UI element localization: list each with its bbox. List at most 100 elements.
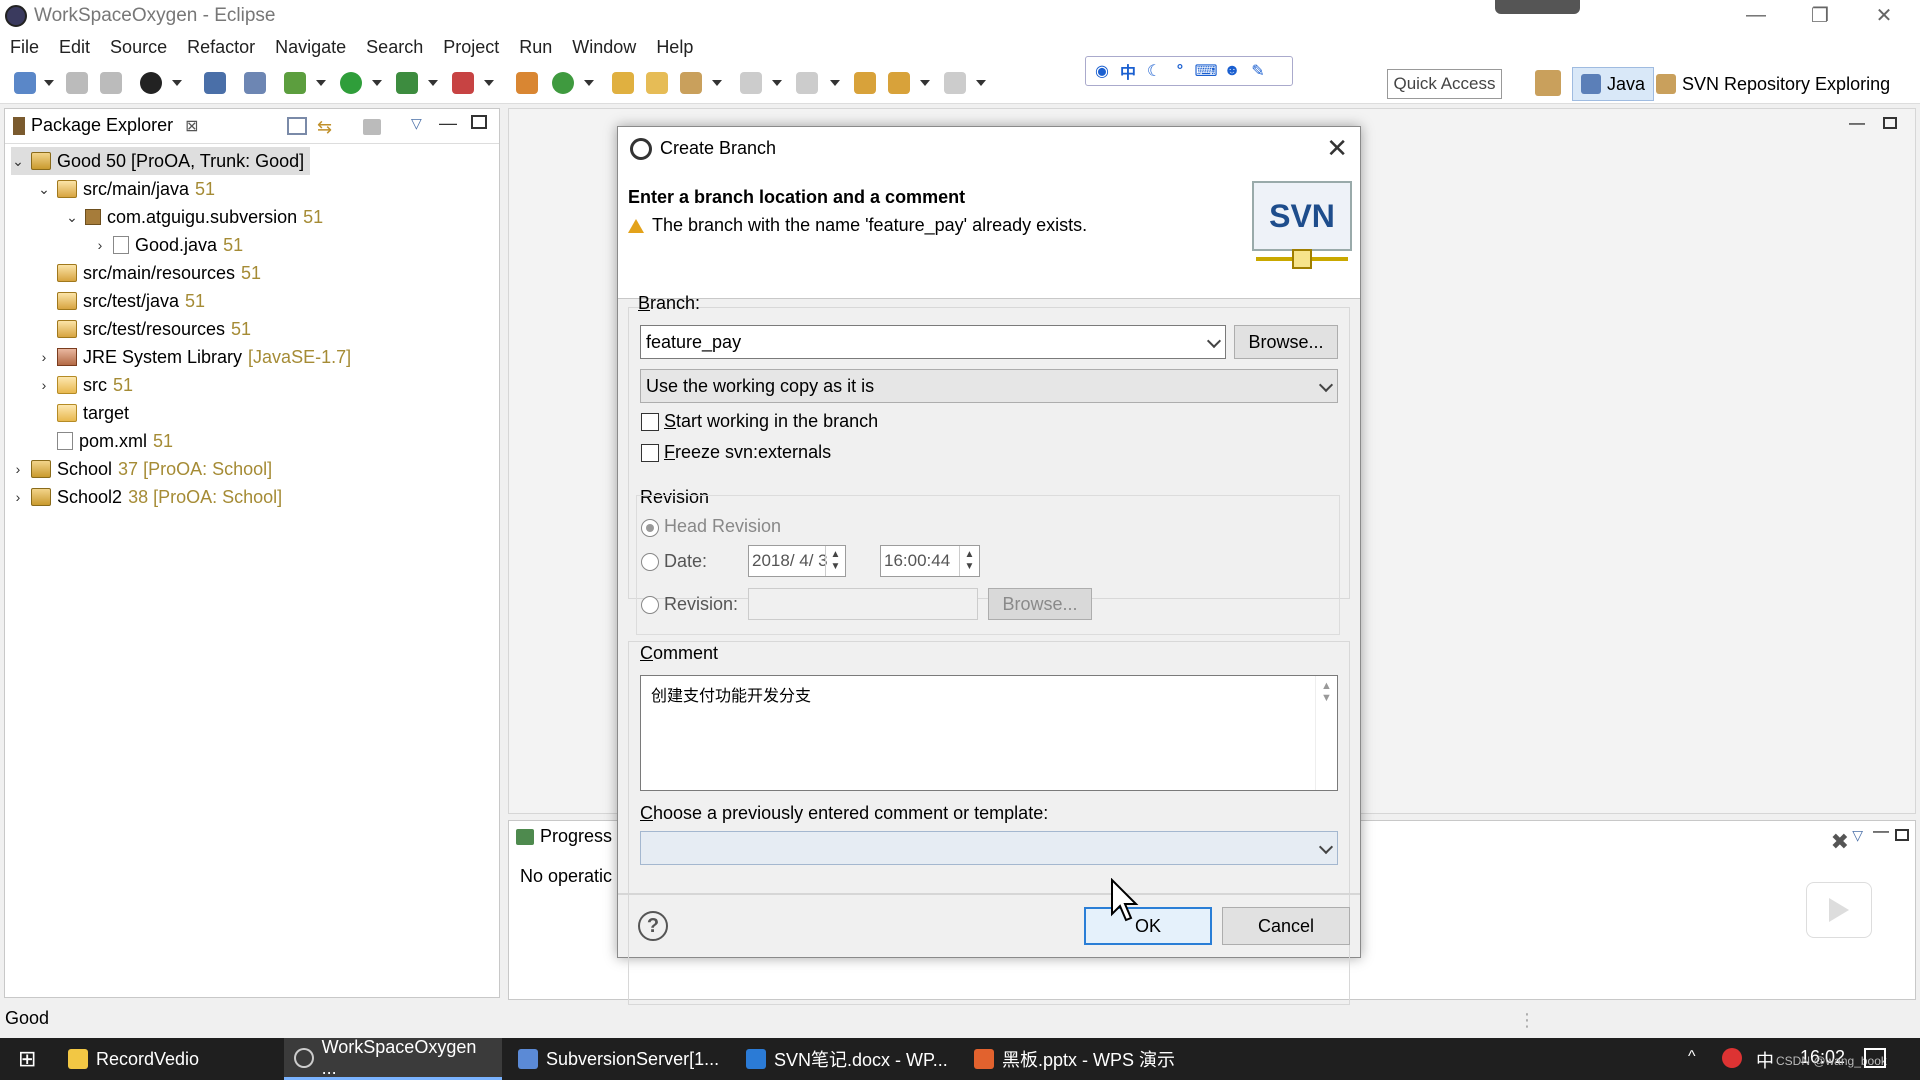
menu-help[interactable]: Help (656, 37, 693, 58)
run-dropdown-icon[interactable] (372, 80, 382, 86)
tree-twisty[interactable]: ⌄ (37, 181, 51, 198)
taskbar-item-eclipse[interactable]: WorkSpaceOxygen ... (284, 1037, 502, 1080)
back-dropdown-icon[interactable] (920, 80, 930, 86)
tree-twisty[interactable]: › (11, 461, 25, 477)
tree-twisty[interactable]: ⌄ (65, 209, 79, 226)
search-tool-icon[interactable] (680, 72, 702, 94)
open-perspective-icon[interactable] (1535, 70, 1561, 96)
start-working-label[interactable]: Start working in the branch (664, 411, 878, 432)
date-radio[interactable] (641, 553, 659, 571)
tree-item[interactable]: target (37, 399, 129, 427)
tree-item[interactable]: ⌄ Good 50 [ProOA, Trunk: Good] (11, 147, 311, 175)
minimize-view-icon[interactable]: — (1873, 823, 1889, 841)
new-class-dropdown-icon[interactable] (584, 80, 594, 86)
cancel-button[interactable]: Cancel (1222, 907, 1350, 945)
new-icon[interactable] (14, 72, 36, 94)
filter-icon[interactable] (363, 119, 381, 135)
restore-button[interactable]: ❐ (1790, 0, 1850, 30)
menu-navigate[interactable]: Navigate (275, 37, 346, 58)
tree-twisty[interactable]: › (37, 377, 51, 393)
new-dropdown-icon[interactable] (44, 80, 54, 86)
tree-twisty[interactable]: › (37, 349, 51, 365)
menu-project[interactable]: Project (443, 37, 499, 58)
tree-item[interactable]: › Good.java 51 (93, 231, 243, 259)
ime-user-icon[interactable]: ☻ (1222, 61, 1242, 81)
svn-icon[interactable] (140, 72, 162, 94)
dialog-close-icon[interactable]: ✕ (1326, 133, 1348, 164)
help-icon[interactable]: ? (638, 911, 668, 941)
skip-breakpoints-icon[interactable] (244, 72, 266, 94)
package-explorer-tab[interactable]: Package Explorer ⊠ ⇆ ▽ — (5, 109, 499, 144)
revision-radio[interactable] (641, 596, 659, 614)
minimize-view-icon[interactable]: — (439, 113, 457, 134)
coverage-icon[interactable] (396, 72, 418, 94)
browse-revision-button[interactable]: Browse... (988, 588, 1092, 620)
ime-logo-icon[interactable]: ◉ (1092, 61, 1112, 81)
menu-window[interactable]: Window (572, 37, 636, 58)
spinner-arrows-icon[interactable]: ▲ ▼ (825, 546, 845, 576)
save-all-icon[interactable] (100, 72, 122, 94)
notification-icon[interactable] (1864, 1048, 1886, 1068)
tray-app-icon[interactable] (1722, 1048, 1742, 1068)
working-copy-mode-select[interactable]: Use the working copy as it is (640, 369, 1338, 403)
progress-tab[interactable]: Progress (516, 826, 612, 847)
tree-twisty[interactable]: › (11, 489, 25, 505)
tree-twisty[interactable]: ⌄ (11, 153, 25, 170)
run-icon[interactable] (340, 72, 362, 94)
tree-twisty[interactable]: › (93, 237, 107, 253)
comment-textarea[interactable]: 创建支付功能开发分支 ▲ ▼ (640, 675, 1338, 791)
close-tab-icon[interactable]: ⊠ (185, 116, 198, 136)
debug-icon[interactable] (284, 72, 306, 94)
ime-moon-icon[interactable]: ☾ (1144, 61, 1164, 81)
maximize-editor-icon[interactable] (1883, 117, 1897, 129)
start-button[interactable]: ⊞ (8, 1038, 46, 1080)
external-tools-icon[interactable] (452, 72, 474, 94)
spinner-arrows-icon[interactable]: ▲ ▼ (959, 546, 979, 576)
menu-refactor[interactable]: Refactor (187, 37, 255, 58)
tree-item[interactable]: pom.xml 51 (37, 427, 173, 455)
last-edit-icon[interactable] (854, 72, 876, 94)
taskbar-item-subversionserver[interactable]: SubversionServer[1... (508, 1038, 730, 1080)
menu-file[interactable]: File (10, 37, 39, 58)
menu-run[interactable]: Run (519, 37, 552, 58)
open-task-icon[interactable] (646, 72, 668, 94)
menu-edit[interactable]: Edit (59, 37, 90, 58)
external-tools-dropdown-icon[interactable] (484, 80, 494, 86)
next-annotation-icon[interactable] (740, 72, 762, 94)
minimize-editor-icon[interactable]: — (1849, 115, 1865, 133)
comment-scrollbar[interactable]: ▲ ▼ (1315, 676, 1337, 790)
perspective-svn-button[interactable]: SVN Repository Exploring (1656, 67, 1890, 101)
collapse-all-icon[interactable] (287, 117, 307, 135)
view-menu-icon[interactable]: ▽ (411, 115, 422, 132)
taskbar-item-pptx[interactable]: 黑板.pptx - WPS 演示 (964, 1038, 1186, 1080)
menu-search[interactable]: Search (366, 37, 423, 58)
taskbar-item-svn-docx[interactable]: SVN笔记.docx - WP... (736, 1038, 958, 1080)
quick-access-field[interactable]: Quick Access (1387, 69, 1502, 99)
new-class-icon[interactable] (552, 72, 574, 94)
forward-dropdown-icon[interactable] (976, 80, 986, 86)
tree-item[interactable]: › School2 38 [ProOA: School] (11, 483, 283, 511)
new-package-icon[interactable] (516, 72, 538, 94)
prev-annotation-dropdown-icon[interactable] (830, 80, 840, 86)
perspective-java-button[interactable]: Java (1572, 67, 1654, 101)
tree-item[interactable]: › School 37 [ProOA: School] (11, 455, 272, 483)
console-icon[interactable] (204, 72, 226, 94)
save-icon[interactable] (66, 72, 88, 94)
close-window-button[interactable]: ✕ (1854, 0, 1914, 30)
template-select[interactable] (640, 831, 1338, 865)
link-editor-icon[interactable]: ⇆ (317, 117, 339, 137)
ok-button[interactable]: OK (1084, 907, 1212, 945)
date-spinner[interactable]: 2018/ 4/ 3 ▲ ▼ (748, 545, 846, 577)
branch-combo[interactable]: feature_pay (640, 325, 1226, 359)
ime-chinese-icon[interactable]: 中 (1118, 61, 1138, 82)
start-working-checkbox[interactable] (641, 413, 659, 431)
time-spinner[interactable]: 16:00:44 ▲ ▼ (880, 545, 980, 577)
tray-language[interactable]: 中 (1756, 1047, 1774, 1073)
ime-punct-icon[interactable]: ° (1170, 61, 1190, 81)
tree-item[interactable]: ⌄ com.atguigu.subversion 51 (65, 203, 323, 231)
freeze-externals-checkbox[interactable] (641, 444, 659, 462)
menu-source[interactable]: Source (110, 37, 167, 58)
head-revision-radio[interactable] (641, 519, 659, 537)
svn-dropdown-icon[interactable] (172, 80, 182, 86)
tree-item[interactable]: › src 51 (37, 371, 133, 399)
